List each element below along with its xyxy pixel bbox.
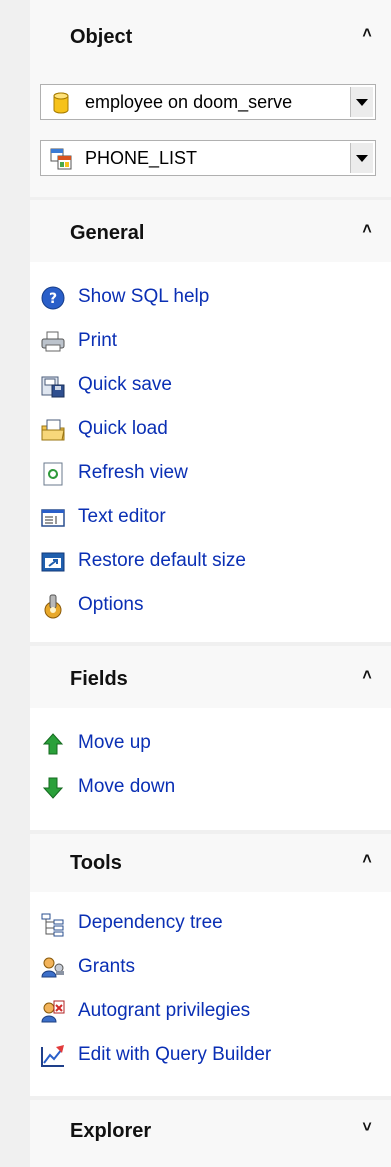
print-link[interactable]: Print — [40, 326, 370, 356]
refresh-icon — [43, 462, 63, 486]
grants-label: Grants — [78, 956, 136, 977]
database-select[interactable]: employee on doom_serve — [40, 84, 376, 120]
explorer-section-title: Explorer — [70, 1120, 152, 1142]
explorer-section: Explorer ˅ — [30, 1100, 391, 1167]
grants-icon — [41, 957, 64, 978]
explorer-section-header[interactable]: Explorer ˅ — [30, 1100, 391, 1167]
text-editor-link[interactable]: Text editor — [40, 502, 370, 532]
move-up-link[interactable]: Move up — [40, 728, 370, 758]
quick-load-label: Quick load — [78, 418, 168, 439]
quick-load-link[interactable]: Quick load — [40, 414, 370, 444]
load-icon — [41, 419, 65, 441]
restore-size-icon — [41, 552, 65, 572]
move-down-label: Move down — [78, 776, 176, 797]
autogrant-privilegies-link[interactable]: Autogrant privilegies — [40, 996, 370, 1026]
move-up-label: Move up — [78, 732, 151, 753]
general-section-body: ? Show SQL help Print Quick save Quick l… — [30, 262, 391, 642]
table-icon — [50, 148, 72, 170]
dependency-tree-icon — [41, 913, 64, 937]
save-icon — [41, 376, 65, 398]
dependency-tree-label: Dependency tree — [78, 912, 223, 933]
table-dropdown-button[interactable] — [350, 143, 373, 173]
options-icon — [44, 594, 62, 619]
autogrant-privilegies-label: Autogrant privilegies — [78, 1000, 251, 1021]
fields-collapse-button[interactable]: ˄ — [357, 666, 377, 686]
show-sql-help-label: Show SQL help — [78, 286, 210, 307]
database-dropdown-button[interactable] — [350, 87, 373, 117]
options-label: Options — [78, 594, 144, 615]
fields-section-title: Fields — [70, 668, 128, 690]
quick-save-link[interactable]: Quick save — [40, 370, 370, 400]
restore-default-size-link[interactable]: Restore default size — [40, 546, 370, 576]
object-section-title: Object — [70, 26, 133, 48]
help-icon: ? — [41, 286, 65, 310]
fields-section-body: Move up Move down — [30, 708, 391, 830]
options-link[interactable]: Options — [40, 590, 370, 620]
general-section-title: General — [70, 222, 145, 244]
print-label: Print — [78, 330, 118, 351]
general-collapse-button[interactable]: ˄ — [357, 220, 377, 240]
navigation-sidebar: Object ˄ employee on doom_serve PHONE_LI… — [30, 0, 391, 1167]
arrow-up-icon — [42, 733, 64, 755]
show-sql-help-link[interactable]: ? Show SQL help — [40, 282, 370, 312]
object-section: Object ˄ employee on doom_serve PHONE_LI… — [30, 0, 391, 197]
object-section-header[interactable]: Object ˄ — [30, 0, 391, 72]
query-builder-icon — [41, 1045, 64, 1067]
fields-section: Fields ˄ Move up Move down — [30, 646, 391, 830]
text-editor-label: Text editor — [78, 506, 166, 527]
move-down-link[interactable]: Move down — [40, 772, 370, 802]
grants-link[interactable]: Grants — [40, 952, 370, 982]
restore-default-size-label: Restore default size — [78, 550, 246, 571]
table-select-value: PHONE_LIST — [85, 148, 198, 168]
database-icon — [53, 92, 69, 114]
database-select-value: employee on doom_serve — [85, 92, 293, 112]
tools-section-title: Tools — [70, 852, 122, 874]
autogrant-icon — [41, 1000, 65, 1023]
explorer-expand-button[interactable]: ˅ — [357, 1118, 377, 1138]
general-section: General ˄ ? Show SQL help Print Quick sa… — [30, 200, 391, 642]
refresh-view-label: Refresh view — [78, 462, 188, 483]
arrow-down-icon — [42, 777, 64, 799]
svg-text:?: ? — [49, 291, 57, 307]
text-editor-icon — [41, 509, 65, 527]
edit-with-query-builder-link[interactable]: Edit with Query Builder — [40, 1040, 370, 1070]
dependency-tree-link[interactable]: Dependency tree — [40, 908, 370, 938]
edit-with-query-builder-label: Edit with Query Builder — [78, 1044, 272, 1065]
tools-section-body: Dependency tree Grants Autogrant privile… — [30, 892, 391, 1096]
quick-save-label: Quick save — [78, 374, 172, 395]
tools-section: Tools ˄ Dependency tree Grants Autogrant… — [30, 834, 391, 1096]
object-collapse-button[interactable]: ˄ — [357, 24, 377, 44]
tools-collapse-button[interactable]: ˄ — [357, 850, 377, 870]
refresh-view-link[interactable]: Refresh view — [40, 458, 370, 488]
table-select[interactable]: PHONE_LIST — [40, 140, 376, 176]
printer-icon — [41, 331, 65, 352]
